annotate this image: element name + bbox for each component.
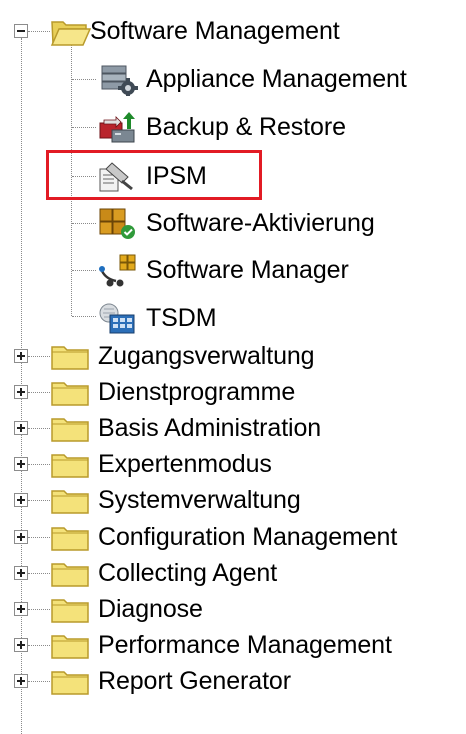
tree-line — [28, 573, 50, 574]
tree-node-label: Systemverwaltung — [98, 486, 301, 514]
tree-node-tsdm[interactable]: TSDM — [96, 300, 217, 336]
tree-node-configuration-management[interactable]: Configuration Management — [50, 519, 397, 555]
tree-line — [28, 392, 50, 393]
software-activation-icon — [96, 206, 140, 240]
tree-node-label: Dienstprogramme — [98, 378, 296, 406]
tree-node-systemverwaltung[interactable]: Systemverwaltung — [50, 482, 301, 518]
expand-toggle[interactable] — [14, 530, 28, 544]
expand-toggle[interactable] — [14, 566, 28, 580]
backup-restore-icon — [96, 110, 140, 144]
expand-toggle[interactable] — [14, 602, 28, 616]
folder-icon — [50, 522, 92, 552]
tree-node-diagnose[interactable]: Diagnose — [50, 591, 203, 627]
tree-node-dienstprogramme[interactable]: Dienstprogramme — [50, 374, 295, 410]
folder-icon — [50, 341, 92, 371]
folder-icon — [50, 594, 92, 624]
folder-icon — [50, 377, 92, 407]
tree-line — [28, 609, 50, 610]
tree-node-performance-management[interactable]: Performance Management — [50, 627, 392, 663]
tree-node-software-manager[interactable]: Software Manager — [96, 252, 349, 288]
highlight-frame — [46, 150, 262, 200]
collapse-toggle[interactable] — [14, 24, 28, 38]
tree-node-label: Software Management — [90, 17, 340, 45]
software-manager-icon — [96, 253, 140, 287]
folder-icon — [50, 485, 92, 515]
tree-line — [28, 356, 50, 357]
tree-node-label: Basis Administration — [98, 414, 322, 442]
folder-icon — [50, 558, 92, 588]
tree-node-label: Expertenmodus — [98, 450, 272, 478]
tree-node-expertenmodus[interactable]: Expertenmodus — [50, 446, 272, 482]
tree-node-appliance-management[interactable]: Appliance Management — [96, 61, 407, 97]
tree-line — [28, 681, 50, 682]
tree-node-label: Diagnose — [98, 595, 203, 623]
tree-line — [72, 223, 96, 224]
navigation-tree: Software Management Appliance Management — [0, 0, 466, 734]
folder-icon — [50, 449, 92, 479]
folder-open-icon — [50, 14, 92, 48]
tree-node-backup-restore[interactable]: Backup & Restore — [96, 109, 346, 145]
tree-node-label: Software-Aktivierung — [146, 209, 375, 237]
tree-line — [28, 537, 50, 538]
tree-node-collecting-agent[interactable]: Collecting Agent — [50, 555, 277, 591]
tree-node-zugangsverwaltung[interactable]: Zugangsverwaltung — [50, 338, 315, 374]
folder-icon — [50, 666, 92, 696]
expand-toggle[interactable] — [14, 674, 28, 688]
tree-node-software-aktivierung[interactable]: Software-Aktivierung — [96, 205, 375, 241]
expand-toggle[interactable] — [14, 493, 28, 507]
tree-line — [28, 428, 50, 429]
tree-line — [72, 127, 96, 128]
folder-icon — [50, 630, 92, 660]
tree-node-label: Software Manager — [146, 256, 349, 284]
expand-toggle[interactable] — [14, 385, 28, 399]
tree-node-label: TSDM — [146, 304, 217, 332]
tree-line — [28, 31, 50, 32]
tree-node-software-management[interactable]: Software Management — [50, 13, 340, 49]
tree-line — [72, 316, 96, 317]
tree-line — [28, 464, 50, 465]
expand-toggle[interactable] — [14, 349, 28, 363]
tree-node-label: Configuration Management — [98, 523, 398, 551]
tree-node-basis-administration[interactable]: Basis Administration — [50, 410, 321, 446]
tree-node-label: Backup & Restore — [146, 113, 346, 141]
expand-toggle[interactable] — [14, 638, 28, 652]
expand-toggle[interactable] — [14, 457, 28, 471]
tree-node-label: Zugangsverwaltung — [98, 342, 315, 370]
tree-node-label: Collecting Agent — [98, 559, 278, 587]
tree-line — [72, 270, 96, 271]
tree-node-label: Report Generator — [98, 667, 291, 695]
expand-toggle[interactable] — [14, 421, 28, 435]
tree-line — [28, 645, 50, 646]
tree-line — [72, 79, 96, 80]
server-gear-icon — [96, 62, 140, 96]
tree-line — [28, 500, 50, 501]
folder-icon — [50, 413, 92, 443]
tsdm-icon — [96, 301, 140, 335]
tree-node-report-generator[interactable]: Report Generator — [50, 663, 291, 699]
tree-node-label: Performance Management — [98, 631, 392, 659]
tree-node-label: Appliance Management — [146, 65, 407, 93]
